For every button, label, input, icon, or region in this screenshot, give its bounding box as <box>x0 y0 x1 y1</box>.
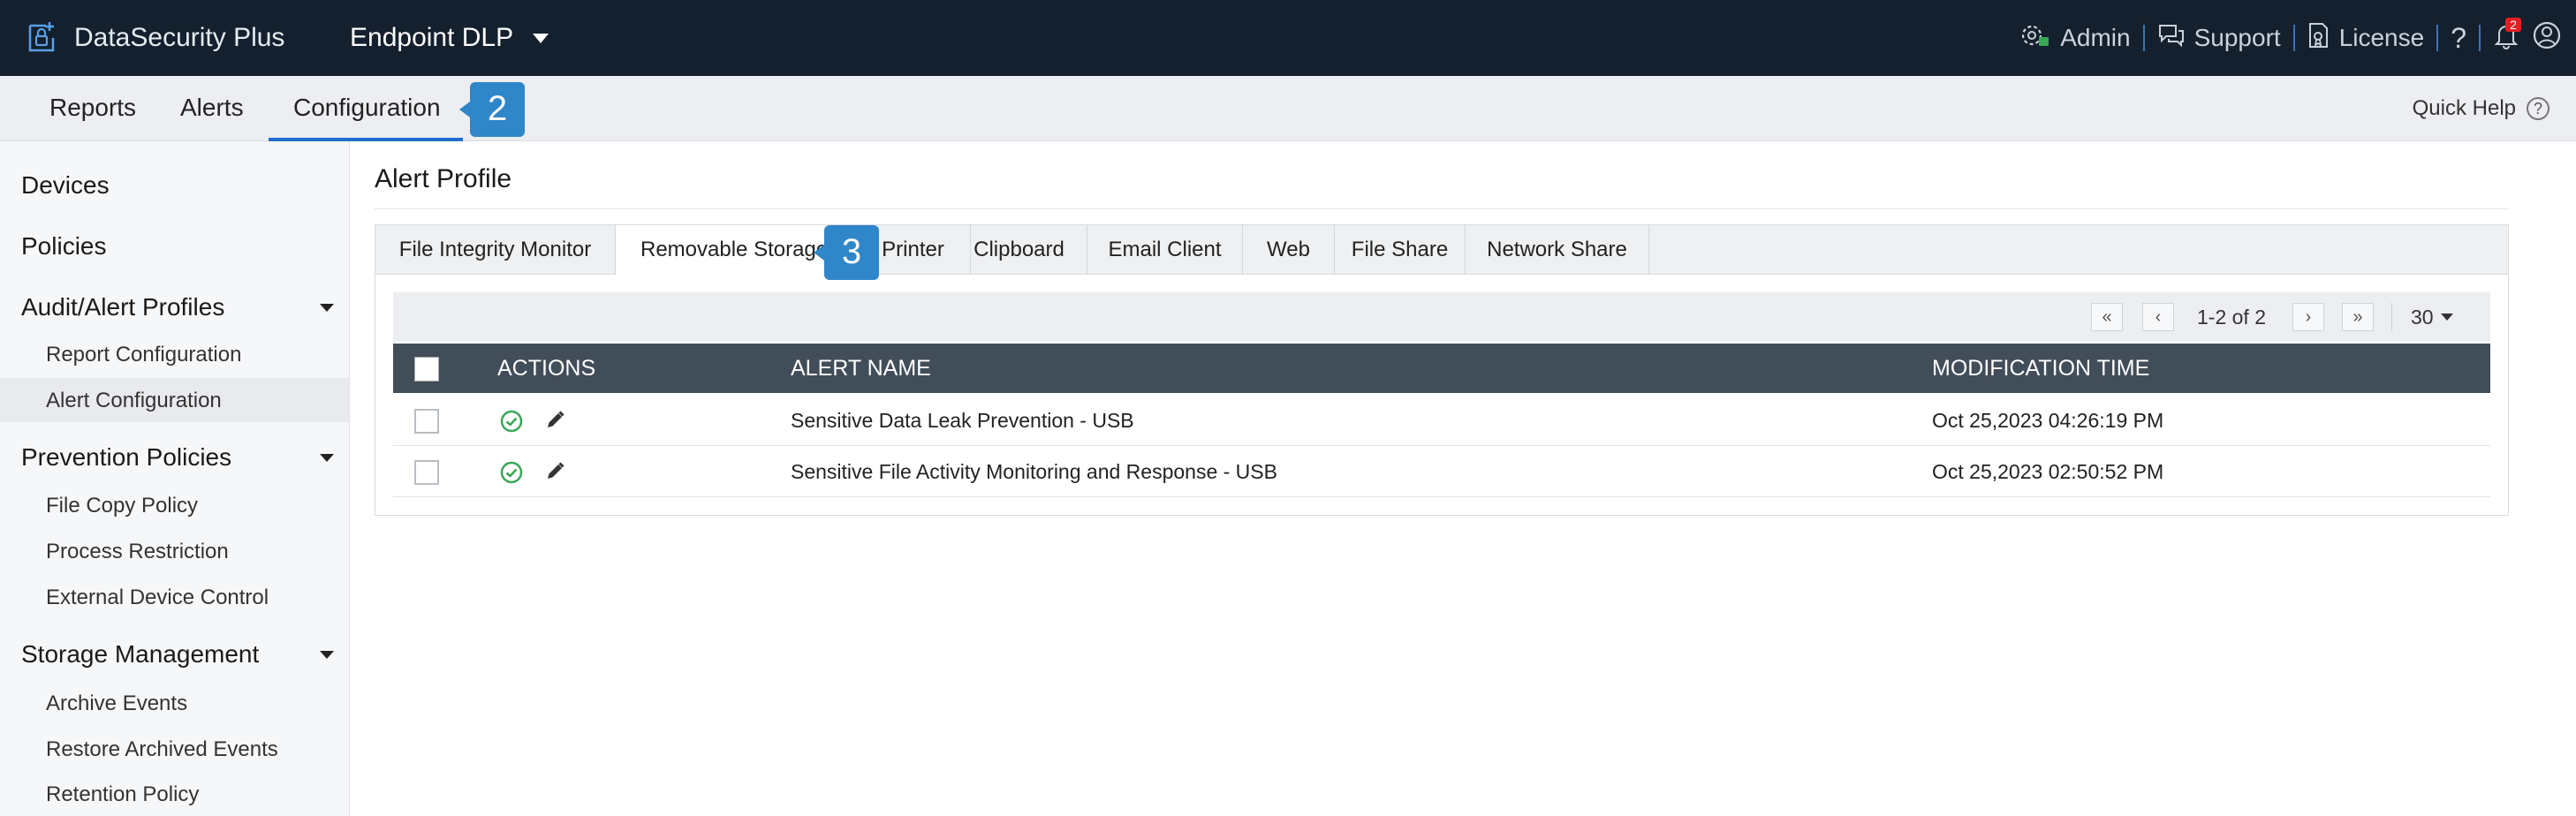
user-profile-button[interactable] <box>2532 20 2562 57</box>
tab-removable-storage[interactable]: Removable Storage <box>616 225 837 276</box>
modification-time: Oct 25,2023 04:26:19 PM <box>1932 409 2164 432</box>
user-avatar-icon <box>2532 20 2562 57</box>
select-all-checkbox[interactable] <box>414 357 439 382</box>
alert-name[interactable]: Sensitive Data Leak Prevention - USB <box>791 395 1134 446</box>
tab-alerts[interactable]: Alerts <box>159 76 265 141</box>
sidebar-item-file-copy-policy[interactable]: File Copy Policy <box>46 494 198 518</box>
license-label: License <box>2338 24 2425 51</box>
tab-configuration[interactable]: Configuration <box>269 76 463 141</box>
tab-web[interactable]: Web <box>1243 225 1335 275</box>
tab-file-share[interactable]: File Share <box>1335 225 1466 275</box>
category-tabs: File Integrity Monitor Removable Storage… <box>375 225 2508 276</box>
quick-help-link[interactable]: Quick Help ? <box>2413 76 2549 141</box>
main-nav: Reports Alerts Configuration 2 Quick Hel… <box>0 76 2576 141</box>
row-checkbox[interactable] <box>414 460 439 485</box>
admin-gear-icon <box>2019 21 2051 56</box>
sidebar-item-process-restriction[interactable]: Process Restriction <box>46 540 229 564</box>
help-link[interactable]: ? <box>2451 22 2466 55</box>
tab-configuration-label: Configuration <box>293 94 441 121</box>
support-link[interactable]: Support <box>2157 22 2281 55</box>
support-label: Support <box>2193 24 2281 51</box>
sidebar-item-devices[interactable]: Devices <box>21 171 110 200</box>
divider <box>2436 25 2439 51</box>
help-circle-icon: ? <box>2527 97 2549 120</box>
table-row: Sensitive Data Leak Prevention - USB Oct… <box>393 395 2490 446</box>
sidebar-section-storage-management[interactable]: Storage Management <box>21 640 259 669</box>
chevron-down-icon <box>533 33 549 43</box>
license-icon <box>2307 21 2330 56</box>
help-question-icon: ? <box>2451 21 2466 54</box>
next-page-icon[interactable]: › <box>2292 303 2324 331</box>
step-3-badge: 3 <box>814 225 879 280</box>
divider <box>375 208 2509 209</box>
first-page-icon[interactable]: « <box>2091 303 2123 331</box>
license-link[interactable]: License <box>2307 21 2425 56</box>
alert-name[interactable]: Sensitive File Activity Monitoring and R… <box>791 446 1277 497</box>
product-switcher[interactable]: Endpoint DLP <box>350 16 549 60</box>
divider <box>2292 25 2295 51</box>
divider <box>2479 25 2481 51</box>
datasecurity-logo-icon <box>27 19 62 58</box>
sidebar-item-external-device-control[interactable]: External Device Control <box>46 586 269 610</box>
sidebar: Devices Policies Audit/Alert Profiles Re… <box>0 141 350 816</box>
edit-pencil-icon[interactable] <box>543 460 566 488</box>
tab-email-client[interactable]: Email Client <box>1087 225 1243 275</box>
pagination-bar: « ‹ 1-2 of 2 › » 30 <box>393 292 2490 342</box>
divider <box>2142 25 2145 51</box>
table-row: Sensitive File Activity Monitoring and R… <box>393 446 2490 497</box>
tab-reports[interactable]: Reports <box>27 76 159 141</box>
chevron-down-icon[interactable] <box>320 454 334 462</box>
previous-page-icon[interactable]: ‹ <box>2142 303 2174 331</box>
sidebar-item-archive-events[interactable]: Archive Events <box>46 691 187 716</box>
top-links: Admin Support License ? 2 <box>2019 16 2562 60</box>
tab-clipboard[interactable]: Clipboard <box>951 225 1087 275</box>
chevron-down-icon <box>2440 314 2453 321</box>
sidebar-item-alert-configuration[interactable]: Alert Configuration <box>46 389 222 413</box>
sidebar-item-restore-archived-events[interactable]: Restore Archived Events <box>46 737 278 762</box>
tab-file-integrity-monitor[interactable]: File Integrity Monitor <box>375 225 616 275</box>
notifications-button[interactable]: 2 <box>2493 17 2521 56</box>
top-bar: DataSecurity Plus Endpoint DLP Admin Sup… <box>0 0 2576 76</box>
chevron-down-icon[interactable] <box>320 651 334 659</box>
sidebar-item-policies[interactable]: Policies <box>21 232 106 261</box>
chat-icon <box>2157 22 2186 55</box>
column-header-alert-name[interactable]: ALERT NAME <box>791 344 931 393</box>
chevron-down-icon[interactable] <box>320 304 334 312</box>
brand-name: DataSecurity Plus <box>74 23 285 52</box>
last-page-icon[interactable]: » <box>2342 303 2374 331</box>
sidebar-item-report-configuration[interactable]: Report Configuration <box>46 343 241 367</box>
notification-count-badge: 2 <box>2505 17 2521 32</box>
pagination-info: 1-2 of 2 <box>2197 306 2266 329</box>
product-name: Endpoint DLP <box>350 23 514 52</box>
row-checkbox[interactable] <box>414 409 439 434</box>
tab-network-share[interactable]: Network Share <box>1466 225 1649 275</box>
brand[interactable]: DataSecurity Plus <box>27 16 284 60</box>
page-size-value: 30 <box>2411 305 2434 329</box>
table-header: ACTIONS ALERT NAME MODIFICATION TIME <box>393 344 2490 393</box>
step-2-badge: 2 <box>459 82 525 137</box>
enabled-check-icon[interactable] <box>499 460 524 490</box>
edit-pencil-icon[interactable] <box>543 409 566 437</box>
admin-label: Admin <box>2060 24 2131 51</box>
sidebar-section-audit-alert-profiles[interactable]: Audit/Alert Profiles <box>21 293 224 321</box>
sidebar-item-retention-policy[interactable]: Retention Policy <box>46 782 199 807</box>
quick-help-label: Quick Help <box>2412 96 2516 120</box>
alert-profile-panel: File Integrity Monitor Removable Storage… <box>375 224 2509 516</box>
column-header-actions: ACTIONS <box>497 356 596 381</box>
modification-time: Oct 25,2023 02:50:52 PM <box>1932 460 2164 483</box>
enabled-check-icon[interactable] <box>499 409 524 439</box>
page-title: Alert Profile <box>375 164 512 193</box>
divider <box>2391 303 2392 331</box>
page-size-select[interactable]: 30 <box>2411 292 2453 342</box>
admin-link[interactable]: Admin <box>2019 21 2131 56</box>
column-header-modification-time[interactable]: MODIFICATION TIME <box>1932 344 2149 393</box>
sidebar-section-prevention-policies[interactable]: Prevention Policies <box>21 443 231 472</box>
